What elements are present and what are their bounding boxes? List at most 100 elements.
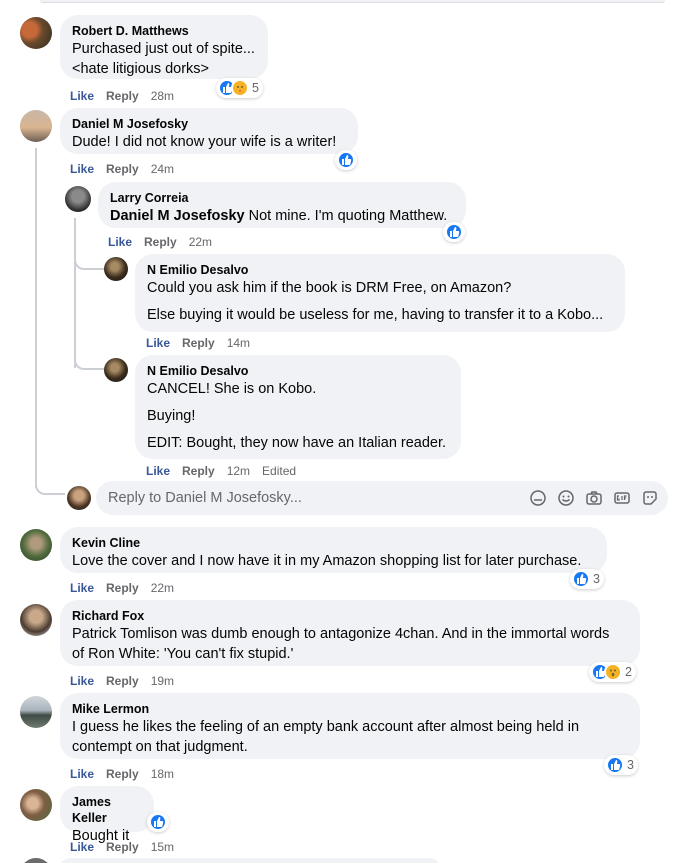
reaction-summary[interactable]: 5 (216, 78, 263, 98)
like-button[interactable]: Like (70, 767, 94, 781)
comment-actions: Like Reply 19m (70, 673, 186, 689)
care-reaction-icon (231, 79, 249, 97)
avatar[interactable] (20, 696, 52, 728)
comment-bubble: Mike Lermon I guess he likes the feeling… (60, 693, 640, 759)
comment-bubble: Kevin Cline Love the cover and I now hav… (60, 527, 607, 573)
reply-button[interactable]: Reply (106, 840, 139, 854)
comment-bubble: Robert D. Matthews Purchased just out of… (60, 15, 268, 79)
avatar-sticker-icon[interactable] (528, 488, 548, 508)
thread-line (74, 218, 76, 368)
comment-actions: Like Reply 24m (70, 161, 186, 177)
comment-author[interactable]: Mike Lermon (72, 701, 628, 717)
comment-text: EDIT: Bought, they now have an Italian r… (147, 435, 447, 451)
reply-input[interactable]: Reply to Daniel M Josefosky... (96, 481, 668, 515)
reaction-summary[interactable] (335, 150, 357, 170)
like-reaction-icon (337, 151, 355, 169)
wow-reaction-icon (604, 663, 622, 681)
reply-placeholder: Reply to Daniel M Josefosky... (108, 490, 302, 506)
like-button[interactable]: Like (70, 581, 94, 595)
comment-text: Love the cover and I now have it in my A… (72, 553, 582, 569)
mention-link[interactable]: Daniel M Josefosky (110, 208, 245, 224)
comment-bubble: Larry Correia Daniel M Josefosky Not min… (98, 182, 466, 228)
avatar[interactable] (20, 17, 52, 49)
like-button[interactable]: Like (70, 840, 94, 854)
reaction-summary[interactable] (443, 222, 465, 242)
timestamp[interactable]: 19m (151, 674, 174, 688)
like-button[interactable]: Like (146, 336, 170, 350)
thread-line (35, 148, 37, 488)
comment-author[interactable]: James Keller (72, 794, 142, 826)
like-button[interactable]: Like (70, 674, 94, 688)
comment-author[interactable]: Richard Fox (72, 608, 628, 624)
timestamp[interactable]: 22m (151, 581, 174, 595)
timestamp[interactable]: 12m (227, 464, 250, 478)
reply-button[interactable]: Reply (182, 336, 215, 350)
avatar[interactable] (104, 257, 128, 281)
comment-bubble: N Emilio Desalvo Could you ask him if th… (135, 254, 625, 332)
like-button[interactable]: Like (108, 235, 132, 249)
reaction-summary[interactable] (147, 812, 169, 832)
timestamp[interactable]: 22m (189, 235, 212, 249)
comment-actions: Like Reply 22m (70, 580, 186, 596)
comment-bubble: Daniel M Josefosky Dude! I did not know … (60, 108, 358, 154)
reply-button[interactable]: Reply (106, 767, 139, 781)
thread-connector (74, 350, 104, 370)
timestamp[interactable]: 28m (151, 89, 174, 103)
avatar[interactable] (104, 358, 128, 382)
emoji-icon[interactable] (556, 488, 576, 508)
comment-text: Else buying it would be useless for me, … (147, 307, 604, 323)
comment-author[interactable]: Larry Correia (110, 190, 454, 206)
timestamp[interactable]: 24m (151, 162, 174, 176)
comment-bubble: Richard Fox Patrick Tomlison was dumb en… (60, 600, 640, 666)
like-button[interactable]: Like (146, 464, 170, 478)
reaction-count: 5 (252, 81, 259, 95)
current-user-avatar[interactable] (67, 486, 91, 510)
comment-bubble: James Keller Bought it (60, 786, 154, 844)
edited-label[interactable]: Edited (262, 464, 296, 478)
sticker-icon[interactable] (640, 488, 660, 508)
comment-text: CANCEL! She is on Kobo. (147, 381, 317, 397)
camera-icon[interactable] (584, 488, 604, 508)
comment-actions: Like Reply 18m (70, 766, 186, 782)
reaction-summary[interactable]: 2 (589, 662, 636, 682)
avatar[interactable] (20, 529, 52, 561)
like-button[interactable]: Like (70, 89, 94, 103)
comment-author[interactable]: Robert D. Matthews (72, 23, 256, 39)
reply-button[interactable]: Reply (106, 89, 139, 103)
reply-button[interactable]: Reply (106, 581, 139, 595)
like-reaction-icon (572, 570, 590, 588)
comment-text: Daniel M Josefosky Not mine. I'm quoting… (110, 208, 448, 224)
avatar[interactable] (20, 110, 52, 142)
like-reaction-icon (149, 813, 167, 831)
avatar[interactable] (20, 604, 52, 636)
like-reaction-icon (606, 756, 624, 774)
comment-text: Purchased just out of spite... (72, 41, 255, 57)
comment-author[interactable]: N Emilio Desalvo (147, 262, 613, 278)
avatar[interactable] (20, 789, 52, 821)
reply-button[interactable]: Reply (182, 464, 215, 478)
comment-author[interactable]: N Emilio Desalvo (147, 363, 449, 379)
reply-button[interactable]: Reply (144, 235, 177, 249)
timestamp[interactable]: 15m (151, 840, 174, 854)
comment-text: contempt on that judgment. (72, 739, 248, 755)
avatar[interactable] (20, 858, 52, 863)
thread-connector (74, 250, 104, 270)
like-button[interactable]: Like (70, 162, 94, 176)
comment-actions: Like Reply 28m (70, 88, 186, 104)
reaction-summary[interactable]: 3 (604, 755, 638, 775)
comment-text: of Ron White: 'You can't fix stupid.' (72, 646, 294, 662)
comment-bubble (60, 858, 440, 863)
comment-actions: Like Reply 22m (108, 234, 224, 250)
comment-author[interactable]: Daniel M Josefosky (72, 116, 346, 132)
comment-actions: Like Reply 14m (146, 335, 262, 351)
timestamp[interactable]: 18m (151, 767, 174, 781)
reaction-count: 2 (625, 665, 632, 679)
comment-author[interactable]: Kevin Cline (72, 535, 595, 551)
timestamp[interactable]: 14m (227, 336, 250, 350)
reaction-summary[interactable]: 3 (570, 569, 604, 589)
gif-icon[interactable] (612, 488, 632, 508)
avatar[interactable] (65, 186, 91, 212)
reply-button[interactable]: Reply (106, 162, 139, 176)
comment-actions: Like Reply 15m (70, 839, 186, 855)
reply-button[interactable]: Reply (106, 674, 139, 688)
